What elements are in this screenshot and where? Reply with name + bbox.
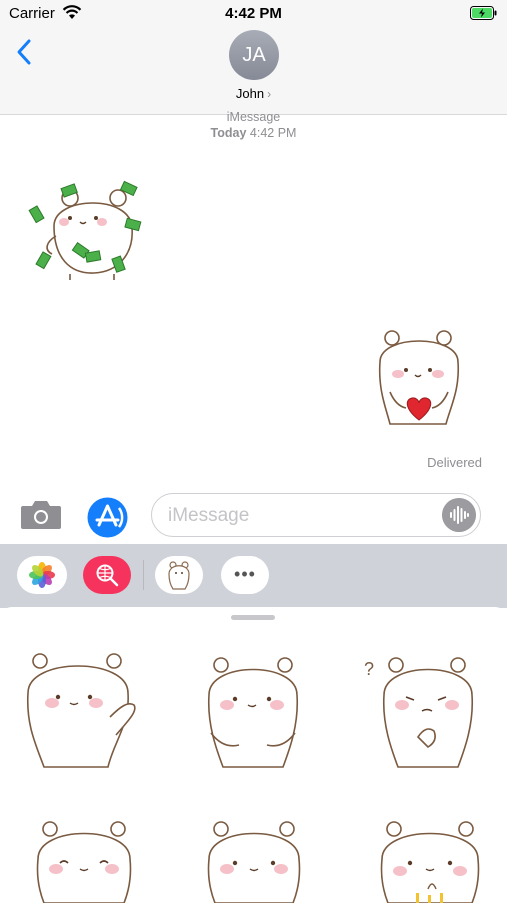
- status-time: 4:42 PM: [225, 5, 282, 22]
- message-input-placeholder: iMessage: [168, 505, 250, 526]
- bear-sticker-confused[interactable]: ?: [362, 655, 480, 771]
- app-drawer: •••: [0, 544, 507, 608]
- bear-sticker-smile[interactable]: [205, 819, 303, 903]
- message-input[interactable]: iMessage: [151, 493, 481, 537]
- images-search-app-button[interactable]: [83, 556, 131, 594]
- bear-sticker-waving[interactable]: [24, 651, 142, 771]
- timestamp-day: Today: [210, 126, 247, 140]
- audio-waveform-icon[interactable]: [442, 498, 476, 532]
- contact-name-button[interactable]: John ›: [0, 86, 507, 101]
- battery-charging-icon: [470, 6, 497, 20]
- message-composer: iMessage: [0, 488, 507, 544]
- panel-grabber[interactable]: [231, 615, 275, 620]
- photos-app-button[interactable]: [17, 556, 67, 594]
- bear-money-sticker[interactable]: [26, 176, 150, 282]
- bear-sticker-app-icon: [168, 561, 190, 590]
- status-bar: Carrier 4:42 PM: [0, 0, 507, 28]
- message-timestamp: Today 4:42 PM: [0, 126, 507, 140]
- contact-avatar[interactable]: JA: [229, 30, 279, 80]
- photos-icon: [29, 562, 55, 588]
- more-apps-button[interactable]: •••: [221, 556, 269, 594]
- bear-heart-sticker[interactable]: [376, 328, 462, 428]
- bear-sticker-shy[interactable]: [203, 655, 303, 771]
- globe-search-icon: [96, 564, 119, 587]
- camera-icon[interactable]: [20, 498, 62, 530]
- bear-sticker-happy[interactable]: [34, 819, 134, 903]
- timestamp-time: 4:42 PM: [249, 126, 297, 140]
- back-chevron-icon[interactable]: [14, 38, 36, 66]
- app-store-icon[interactable]: [86, 496, 129, 539]
- service-label: iMessage: [226, 110, 281, 124]
- svg-text:?: ?: [364, 659, 374, 679]
- delivered-status: Delivered: [427, 455, 482, 470]
- more-dots-icon: •••: [234, 564, 256, 584]
- drawer-divider: [143, 560, 144, 590]
- sticker-panel: ?: [0, 607, 507, 903]
- bear-sticker-birthday[interactable]: [378, 819, 482, 903]
- bear-sticker-app-button[interactable]: [155, 556, 203, 594]
- chevron-right-icon: ›: [267, 87, 272, 101]
- contact-name: John: [235, 86, 265, 101]
